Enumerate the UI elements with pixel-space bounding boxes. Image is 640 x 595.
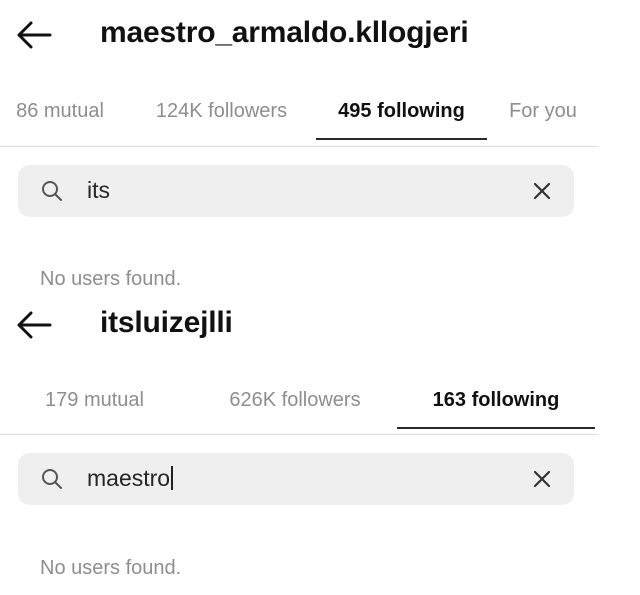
profile-header: itsluizejlli (0, 300, 640, 350)
search-input[interactable]: maestro (87, 465, 170, 491)
close-icon[interactable] (530, 179, 554, 203)
search-input[interactable]: its (87, 177, 110, 204)
tab-followers[interactable]: 124K followers (145, 84, 298, 138)
following-panel-bottom: itsluizejlli 179 mutual 626K followers 1… (0, 300, 640, 595)
search-icon (42, 181, 62, 201)
following-panel-top: maestro_armaldo.kllogjeri 86 mutual 124K… (0, 0, 640, 300)
empty-results-message: No users found. (40, 557, 182, 579)
profile-username: itsluizejlli (100, 306, 233, 339)
arrow-left-icon (17, 21, 52, 49)
search-field[interactable]: maestro (18, 453, 574, 505)
profile-username: maestro_armaldo.kllogjeri (100, 16, 469, 49)
arrow-left-icon (17, 311, 52, 339)
empty-results-message: No users found. (40, 268, 182, 290)
follow-tabs: 179 mutual 626K followers 163 following (0, 373, 640, 429)
tab-divider (0, 146, 598, 147)
text-caret (171, 466, 173, 490)
back-button[interactable] (14, 308, 54, 342)
tab-mutual[interactable]: 179 mutual (38, 373, 151, 427)
close-icon[interactable] (530, 467, 554, 491)
search-field[interactable]: its (18, 165, 574, 217)
profile-header: maestro_armaldo.kllogjeri (0, 10, 640, 60)
tab-following[interactable]: 495 following (316, 84, 487, 140)
search-input-wrap[interactable]: maestro (87, 465, 173, 492)
tab-following[interactable]: 163 following (397, 373, 595, 429)
search-icon (42, 469, 62, 489)
back-button[interactable] (14, 18, 54, 52)
tab-for-you[interactable]: For you (505, 84, 581, 138)
tab-divider (0, 434, 598, 435)
tab-followers[interactable]: 626K followers (218, 373, 372, 427)
follow-tabs: 86 mutual 124K followers 495 following F… (0, 84, 640, 140)
tab-mutual[interactable]: 86 mutual (8, 84, 112, 138)
